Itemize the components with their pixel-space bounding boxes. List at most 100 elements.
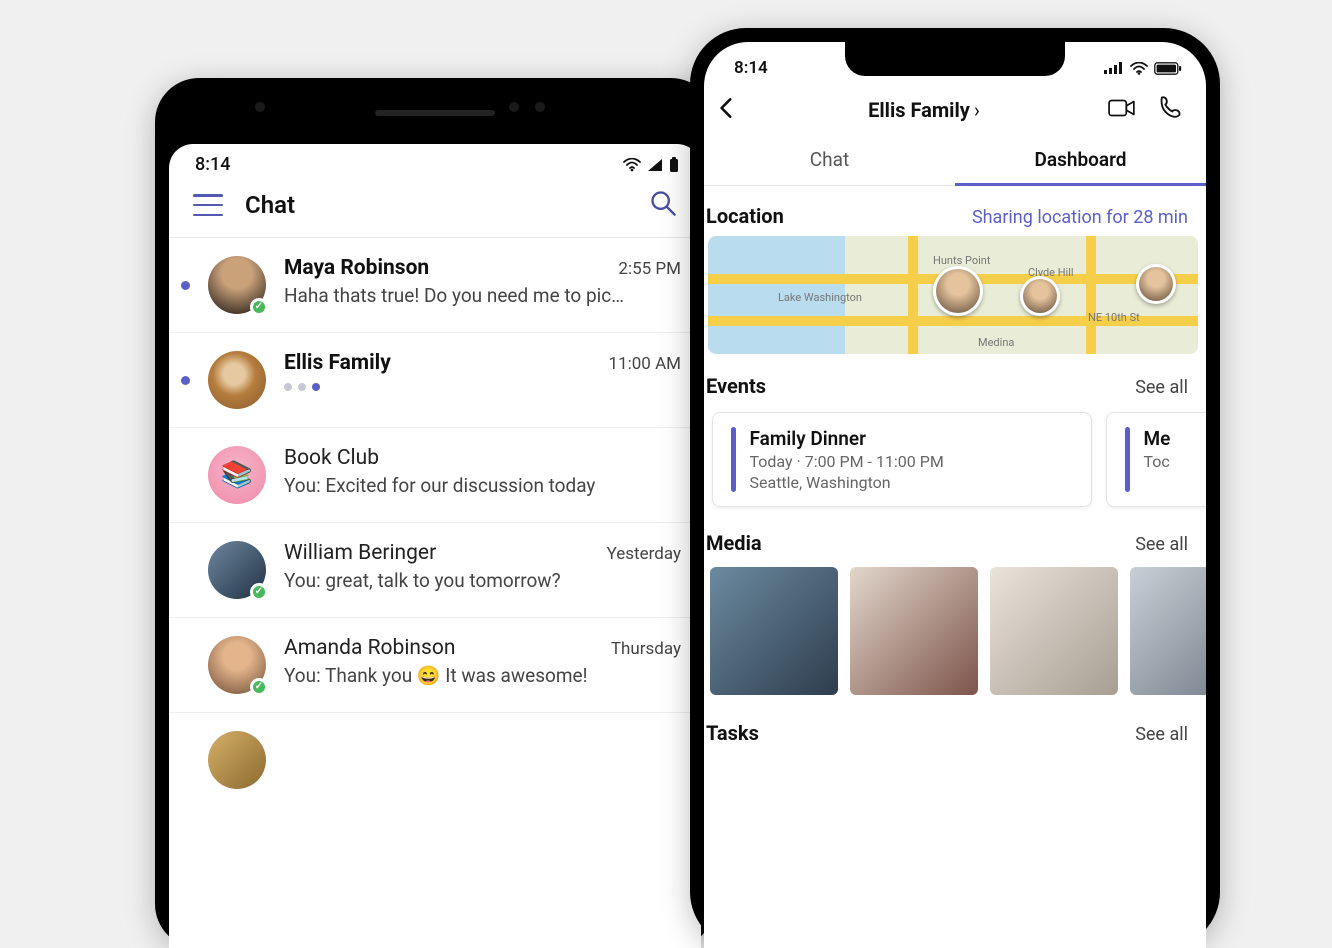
- chat-row-partial[interactable]: [169, 713, 701, 789]
- status-time: 8:14: [195, 154, 230, 175]
- location-heading: Location: [706, 204, 784, 228]
- event-accent-bar: [1125, 427, 1130, 492]
- battery-icon: [1154, 62, 1182, 75]
- tab-dashboard[interactable]: Dashboard: [955, 134, 1206, 186]
- chat-preview: Haha thats true! Do you need me to pic…: [284, 284, 681, 307]
- wifi-icon: [623, 158, 641, 172]
- map-label: Lake Washington: [778, 291, 862, 304]
- iphone-screen: 8:14 Ellis Family ›: [704, 42, 1206, 948]
- chat-preview: You: great, talk to you tomorrow?: [284, 569, 681, 592]
- cell-signal-icon: [647, 158, 663, 172]
- chat-name: Maya Robinson: [284, 256, 429, 280]
- event-title: Family Dinner: [750, 427, 944, 450]
- android-status-icons: [623, 157, 679, 173]
- map-person-pin[interactable]: [1136, 264, 1176, 304]
- chat-time: Thursday: [611, 639, 681, 659]
- presence-available-icon: [250, 298, 268, 316]
- chat-row-amanda[interactable]: Amanda Robinson Thursday You: Thank you …: [169, 618, 701, 713]
- avatar[interactable]: [208, 256, 266, 314]
- chat-preview: You: Thank you 😄 It was awesome!: [284, 664, 681, 687]
- event-title: Me: [1144, 427, 1171, 450]
- location-map[interactable]: Lake Washington Hunts Point Clyde Hill M…: [708, 236, 1198, 354]
- avatar[interactable]: 📚: [208, 446, 266, 504]
- event-where: Seattle, Washington: [750, 473, 944, 492]
- chat-preview: You: Excited for our discussion today: [284, 474, 681, 497]
- map-label: Medina: [978, 336, 1014, 349]
- map-label: NE 10th St: [1088, 311, 1140, 324]
- chat-name: Amanda Robinson: [284, 636, 455, 660]
- map-label: Hunts Point: [933, 254, 990, 267]
- status-time: 8:14: [734, 58, 768, 78]
- menu-button[interactable]: [193, 194, 223, 216]
- conversation-title[interactable]: Ellis Family ›: [868, 98, 980, 122]
- tab-chat[interactable]: Chat: [704, 134, 955, 185]
- event-when: Toc: [1144, 452, 1171, 471]
- iphone-status-icons: [1104, 62, 1182, 75]
- wifi-icon: [1130, 62, 1148, 75]
- back-button[interactable]: [714, 95, 740, 125]
- search-button[interactable]: [649, 189, 677, 221]
- chat-name: Ellis Family: [284, 351, 391, 375]
- page-title: Chat: [245, 191, 295, 219]
- iphone-notch: [845, 42, 1065, 76]
- tasks-see-all-link[interactable]: See all: [1135, 724, 1188, 745]
- typing-indicator-icon: [284, 383, 681, 391]
- map-person-pin[interactable]: [1020, 276, 1060, 316]
- chat-time: 11:00 AM: [609, 354, 681, 374]
- presence-available-icon: [250, 678, 268, 696]
- dashboard-panel: Location Sharing location for 28 min Lak…: [704, 186, 1206, 751]
- chat-time: 2:55 PM: [618, 259, 681, 279]
- iphone-frame: 8:14 Ellis Family ›: [690, 28, 1220, 948]
- location-sharing-status[interactable]: Sharing location for 28 min: [972, 207, 1188, 228]
- books-icon: 📚: [221, 460, 253, 490]
- conversation-header: Ellis Family ›: [704, 86, 1206, 134]
- event-card-partial[interactable]: Me Toc: [1106, 412, 1206, 507]
- media-carousel[interactable]: [704, 561, 1206, 701]
- conversation-tabs: Chat Dashboard: [704, 134, 1206, 186]
- avatar[interactable]: [208, 636, 266, 694]
- media-thumbnail[interactable]: [990, 567, 1118, 695]
- avatar[interactable]: [208, 351, 266, 409]
- chat-list: Maya Robinson 2:55 PM Haha thats true! D…: [169, 238, 701, 789]
- event-when: Today · 7:00 PM - 11:00 PM: [750, 452, 944, 471]
- events-carousel[interactable]: Family Dinner Today · 7:00 PM - 11:00 PM…: [704, 404, 1206, 515]
- cell-signal-icon: [1104, 62, 1124, 74]
- audio-call-button[interactable]: [1156, 94, 1184, 126]
- chat-time: Yesterday: [607, 544, 681, 564]
- event-accent-bar: [731, 427, 736, 492]
- media-thumbnail[interactable]: [1130, 567, 1206, 695]
- avatar[interactable]: [208, 541, 266, 599]
- unread-indicator: [181, 566, 190, 575]
- unread-indicator: [181, 471, 190, 480]
- battery-icon: [669, 157, 679, 173]
- media-thumbnail[interactable]: [710, 567, 838, 695]
- chat-list-header: Chat: [169, 179, 701, 238]
- conversation-title-text: Ellis Family: [868, 98, 970, 122]
- unread-indicator: [181, 756, 190, 765]
- media-see-all-link[interactable]: See all: [1135, 534, 1188, 555]
- unread-indicator: [181, 281, 190, 290]
- android-status-bar: 8:14: [169, 144, 701, 179]
- events-section-head: Events See all: [704, 368, 1206, 404]
- media-section-head: Media See all: [704, 525, 1206, 561]
- presence-available-icon: [250, 583, 268, 601]
- chat-row-maya[interactable]: Maya Robinson 2:55 PM Haha thats true! D…: [169, 238, 701, 333]
- avatar[interactable]: [208, 731, 266, 789]
- android-screen: 8:14 Chat: [169, 144, 701, 948]
- media-heading: Media: [706, 531, 762, 555]
- unread-indicator: [181, 661, 190, 670]
- android-phone-frame: 8:14 Chat: [155, 78, 715, 948]
- chevron-right-icon: ›: [974, 98, 980, 122]
- chat-row-book-club[interactable]: 📚 Book Club You: Excited for our discuss…: [169, 428, 701, 523]
- chat-row-william[interactable]: William Beringer Yesterday You: great, t…: [169, 523, 701, 618]
- map-person-pin[interactable]: [933, 266, 983, 316]
- unread-indicator: [181, 376, 190, 385]
- video-call-button[interactable]: [1108, 94, 1136, 126]
- chat-row-ellis-family[interactable]: Ellis Family 11:00 AM: [169, 333, 701, 428]
- event-card-family-dinner[interactable]: Family Dinner Today · 7:00 PM - 11:00 PM…: [712, 412, 1092, 507]
- chat-name: William Beringer: [284, 541, 436, 565]
- events-see-all-link[interactable]: See all: [1135, 377, 1188, 398]
- tasks-heading: Tasks: [706, 721, 759, 745]
- media-thumbnail[interactable]: [850, 567, 978, 695]
- events-heading: Events: [706, 374, 766, 398]
